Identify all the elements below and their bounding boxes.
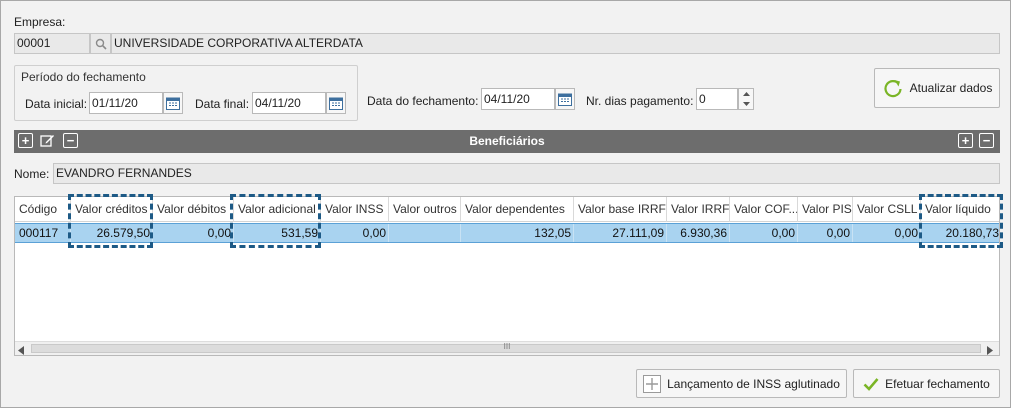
beneficiarios-header-bar: + − Beneficiários + − [14, 130, 1000, 153]
cell-codigo: 000117 [15, 224, 71, 242]
data-inicial-input[interactable]: 01/11/20 [89, 92, 163, 114]
column-header-valor-debitos[interactable]: Valor débitos [153, 197, 234, 222]
atualizar-dados-label: Atualizar dados [909, 81, 993, 95]
cell-valor-irrf: 6.930,36 [667, 224, 730, 242]
search-icon[interactable] [90, 33, 111, 54]
nome-label: Nome: [14, 167, 50, 181]
column-header-valor-liquido[interactable]: Valor líquido [921, 197, 999, 222]
cell-valor-pis: 0,00 [798, 224, 853, 242]
empresa-name-field: UNIVERSIDADE CORPORATIVA ALTERDATA [111, 33, 1000, 54]
empresa-label: Empresa: [14, 15, 66, 29]
cell-valor-inss: 0,00 [321, 224, 389, 242]
column-header-valor-cofins[interactable]: Valor COF... [730, 197, 798, 222]
column-header-valor-dependentes[interactable]: Valor dependentes [461, 197, 574, 222]
expand-all-icon[interactable]: + [958, 133, 973, 148]
column-header-valor-pis[interactable]: Valor PIS [798, 197, 853, 222]
stepper-up-icon[interactable] [739, 89, 753, 99]
cell-valor-cofins: 0,00 [730, 224, 798, 242]
collapse-all-icon[interactable]: − [979, 133, 994, 148]
quantity-stepper[interactable] [738, 88, 754, 110]
data-inicial-label: Data inicial: [25, 97, 88, 111]
table-row[interactable]: 000117 26.579,50 0,00 531,59 0,00 132,05… [15, 223, 999, 243]
scroll-right-icon[interactable] [987, 344, 993, 355]
lancamento-inss-button[interactable]: Lançamento de INSS aglutinado [636, 369, 847, 398]
column-header-valor-inss[interactable]: Valor INSS [321, 197, 389, 222]
column-header-valor-irrf[interactable]: Valor IRRF [667, 197, 730, 222]
scroll-left-icon[interactable] [18, 344, 24, 355]
check-icon [863, 377, 879, 391]
cell-valor-csll: 0,00 [853, 224, 921, 242]
grid-header: Código Valor créditos Valor débitos Valo… [15, 197, 999, 222]
data-final-input[interactable]: 04/11/20 [252, 92, 326, 114]
data-fechamento-input[interactable]: 04/11/20 [481, 88, 555, 110]
column-header-valor-outros[interactable]: Valor outros [389, 197, 461, 222]
data-final-label: Data final: [195, 97, 250, 111]
periodo-title: Período do fechamento [21, 70, 146, 84]
beneficiarios-grid[interactable]: Código Valor créditos Valor débitos Valo… [14, 196, 1000, 356]
empresa-code-field[interactable]: 00001 [14, 33, 90, 54]
cell-valor-outros [389, 224, 461, 242]
efetuar-fechamento-button[interactable]: Efetuar fechamento [853, 369, 1000, 398]
column-header-valor-csll[interactable]: Valor CSLL [853, 197, 921, 222]
dias-pagamento-input[interactable]: 0 [696, 88, 738, 110]
calendar-icon[interactable] [555, 88, 575, 110]
atualizar-dados-button[interactable]: Atualizar dados [874, 68, 1000, 108]
nome-field: EVANDRO FERNANDES [53, 163, 1000, 184]
cell-valor-creditos: 26.579,50 [71, 224, 153, 242]
cell-valor-debitos: 0,00 [153, 224, 234, 242]
column-header-codigo[interactable]: Código [15, 197, 71, 222]
calendar-icon[interactable] [163, 92, 183, 114]
cell-valor-dependentes: 132,05 [461, 224, 574, 242]
stepper-down-icon[interactable] [739, 99, 753, 109]
beneficiarios-title: Beneficiários [469, 134, 545, 148]
lancamento-inss-label: Lançamento de INSS aglutinado [667, 376, 840, 391]
efetuar-fechamento-label: Efetuar fechamento [885, 376, 990, 391]
data-fechamento-label: Data do fechamento: [367, 94, 479, 108]
cell-valor-adicional: 531,59 [234, 224, 321, 242]
horizontal-scrollbar[interactable]: III [15, 341, 999, 355]
cell-valor-liquido: 20.180,73 [945, 226, 999, 240]
column-header-valor-creditos[interactable]: Valor créditos [71, 197, 153, 222]
closing-window: Empresa: 00001 UNIVERSIDADE CORPORATIVA … [0, 0, 1011, 408]
refresh-icon [882, 77, 904, 99]
column-header-valor-adicional[interactable]: Valor adicional [234, 197, 321, 222]
column-header-valor-base-irrf[interactable]: Valor base IRRF [574, 197, 667, 222]
add-icon [643, 374, 662, 393]
scroll-grip: III [503, 342, 511, 351]
cell-valor-base-irrf: 27.111,09 [574, 224, 667, 242]
dias-pagamento-label: Nr. dias pagamento: [586, 94, 694, 108]
calendar-icon[interactable] [326, 92, 346, 114]
scroll-thumb[interactable]: III [31, 342, 981, 353]
